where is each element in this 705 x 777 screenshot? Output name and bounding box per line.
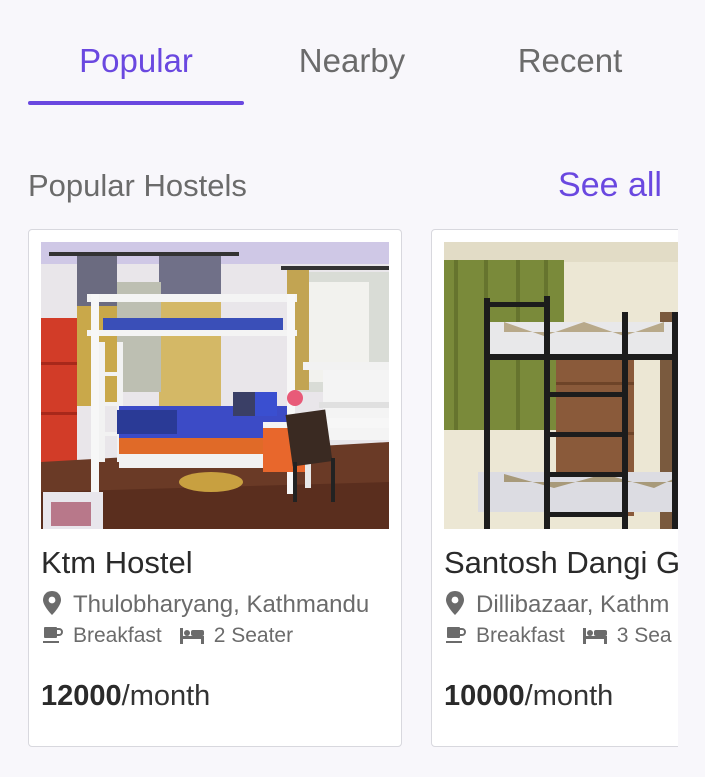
hostel-card[interactable]: Santosh Dangi G Dillibazaar, Kathm Break… (431, 229, 678, 747)
see-all-link[interactable]: See all (558, 166, 662, 205)
hostel-features: Breakfast 3 Sea (446, 624, 672, 648)
hostel-location-text: Dillibazaar, Kathm (476, 591, 670, 618)
price-amount: 10000 (444, 680, 525, 712)
hostel-name: Ktm Hostel (41, 545, 193, 580)
bed-icon (179, 628, 204, 644)
hostel-price: 12000/month (41, 680, 210, 713)
hostel-features: Breakfast 2 Seater (43, 624, 293, 648)
bed-icon (582, 628, 607, 644)
hostel-name: Santosh Dangi G (444, 545, 678, 580)
hostel-location: Thulobharyang, Kathmandu (41, 590, 369, 619)
active-tab-indicator (28, 101, 244, 105)
hostel-price: 10000/month (444, 680, 613, 713)
hostel-location: Dillibazaar, Kathm (444, 590, 669, 619)
price-amount: 12000 (41, 680, 122, 712)
hostel-carousel[interactable]: Ktm Hostel Thulobharyang, Kathmandu Brea… (28, 229, 678, 749)
price-period: /month (121, 680, 211, 712)
tab-bar: Popular Nearby Recent (28, 30, 678, 110)
hostel-card[interactable]: Ktm Hostel Thulobharyang, Kathmandu Brea… (28, 229, 402, 747)
seater-label: 2 Seater (213, 624, 294, 647)
bunk-bed-room-photo (41, 242, 389, 529)
meal-label: Breakfast (73, 624, 162, 647)
location-pin-icon (43, 591, 61, 615)
section-title: Popular Hostels (28, 168, 247, 203)
price-period: /month (524, 680, 614, 712)
meal-label: Breakfast (476, 624, 565, 647)
hostel-location-text: Thulobharyang, Kathmandu (73, 591, 370, 618)
coffee-cup-icon (446, 627, 466, 643)
coffee-cup-icon (43, 627, 63, 643)
section-header: Popular Hostels See all (28, 166, 662, 210)
tab-nearby[interactable]: Nearby (244, 42, 460, 80)
tab-popular[interactable]: Popular (28, 42, 244, 80)
seater-label: 3 Sea (616, 624, 672, 647)
metal-bunk-room-photo (444, 242, 678, 529)
tab-recent[interactable]: Recent (462, 42, 678, 80)
location-pin-icon (446, 591, 464, 615)
